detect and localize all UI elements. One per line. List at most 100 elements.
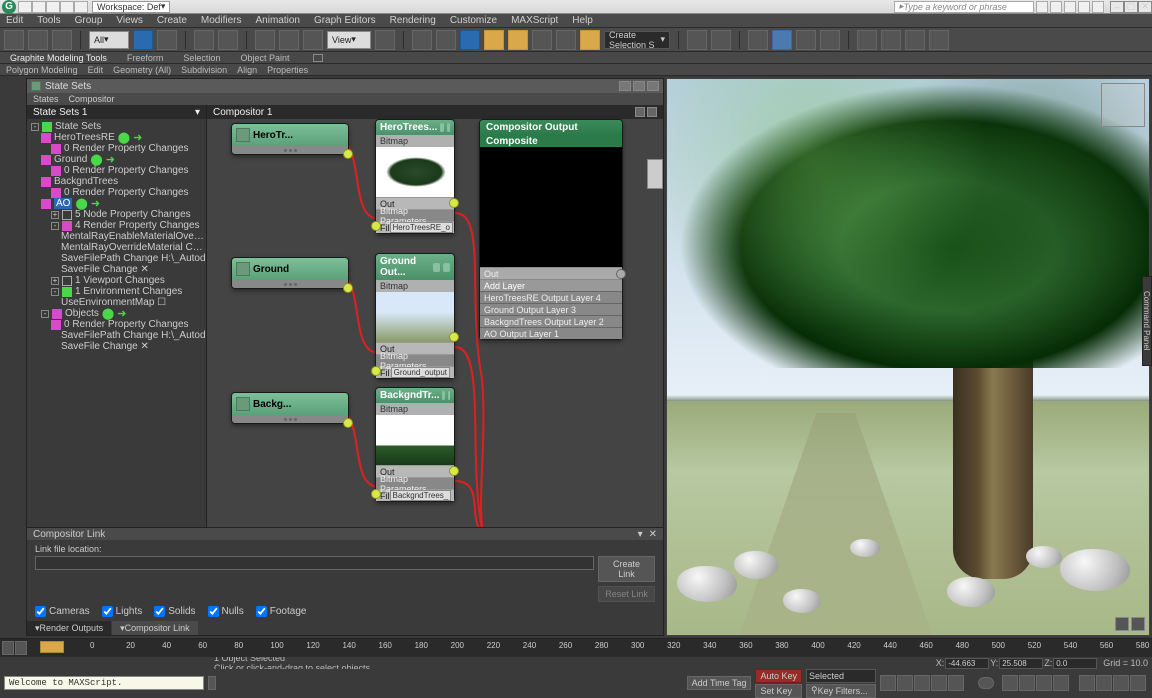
autokey-button[interactable]: Auto Key [755,669,802,683]
vp-icon-2[interactable] [1131,617,1145,631]
menu-customize[interactable]: Customize [450,15,497,26]
vp-icon-1[interactable] [1115,617,1129,631]
keyboard-icon[interactable] [436,30,456,50]
nav2-icon-2[interactable] [1096,675,1112,691]
ribbon-sub-polymodel[interactable]: Polygon Modeling [6,65,78,75]
goto-start-icon[interactable] [880,675,896,691]
link-icon[interactable] [4,30,24,50]
comp-close-icon[interactable] [647,107,657,117]
check-footage[interactable]: Footage [256,606,307,617]
tree-row[interactable]: SaveFilePath Change H:\_Autod [27,330,206,341]
node-hero-output[interactable]: HeroTrees... Bitmap Out Bitmap Parameter… [375,119,455,234]
menu-animation[interactable]: Animation [255,15,299,26]
tray-icon-help[interactable] [1092,1,1104,13]
render-setup-icon[interactable] [857,30,877,50]
key-mode-icon[interactable] [978,677,994,689]
nav-orbit-icon[interactable] [1036,675,1052,691]
tree-row[interactable]: +1 Viewport Changes [27,275,206,286]
check-nulls[interactable]: Nulls [208,606,244,617]
bind-icon[interactable] [52,30,72,50]
ribbon-sub-subdiv[interactable]: Subdivision [181,65,227,75]
select-rect-icon[interactable] [194,30,214,50]
node-back-output[interactable]: BackgndTr... Bitmap Out Bitmap Parameter… [375,387,455,502]
port-out[interactable] [449,466,459,476]
ribbon-sub-align[interactable]: Align [237,65,257,75]
qat-redo-icon[interactable] [74,1,88,13]
tree-row[interactable]: MentalRayEnableMaterialOverride Cha... [27,231,206,242]
search-input[interactable]: ▸ Type a keyword or phrase [894,1,1034,13]
port-out[interactable] [343,149,353,159]
ss-close-icon[interactable] [647,81,659,91]
nav-zoom-icon[interactable] [1019,675,1035,691]
maximize-icon[interactable]: ▢ [1124,1,1138,13]
compositor-canvas[interactable]: HeroTr... Ground Backg... [207,119,663,527]
ribbon-sub-geometry[interactable]: Geometry (All) [113,65,171,75]
node-ground-simple[interactable]: Ground [231,257,349,289]
qat-undo-icon[interactable] [60,1,74,13]
command-panel-tab[interactable]: Command Panel [1142,276,1152,366]
snap-toggle-icon[interactable] [460,30,480,50]
port-out[interactable] [449,332,459,342]
rotate-icon[interactable] [279,30,299,50]
nav2-icon-3[interactable] [1113,675,1129,691]
ribbon-sub-properties[interactable]: Properties [267,65,308,75]
schematic-view-icon[interactable] [796,30,816,50]
tree-row[interactable]: 0 Render Property Changes [27,319,206,330]
angle-snap-icon[interactable] [484,30,504,50]
align-icon[interactable] [711,30,731,50]
menu-tools[interactable]: Tools [37,15,60,26]
selection-filter-combo[interactable]: All ▾ [89,31,129,49]
ss-min-icon[interactable] [619,81,631,91]
viewport[interactable] [666,78,1150,636]
tree-row[interactable]: SaveFilePath Change H:\_Autod [27,253,206,264]
named-selection-combo[interactable]: Create Selection S ▾ [604,31,670,49]
unlink-icon[interactable] [28,30,48,50]
check-lights[interactable]: Lights [102,606,143,617]
link-file-input[interactable] [35,556,594,570]
tree-row[interactable]: SaveFile Change ✕ [27,264,206,275]
tray-icon-star[interactable] [1078,1,1090,13]
manipulate-icon[interactable] [412,30,432,50]
select-object-icon[interactable] [133,30,153,50]
tree-row[interactable]: HeroTreesRE ⬤ ➜ [27,132,206,143]
maxscript-listener[interactable]: Welcome to MAXScript. [4,676,204,690]
ss-tab-compositor[interactable]: Compositor [69,94,115,104]
qat-new-icon[interactable] [18,1,32,13]
port-out[interactable] [616,269,626,279]
curve-editor-icon[interactable] [772,30,792,50]
ss-max-icon[interactable] [633,81,645,91]
tree-row[interactable]: -1 Environment Changes [27,286,206,297]
time-config-icon[interactable] [2,641,14,655]
mirror-icon[interactable] [580,30,600,50]
material-editor-icon[interactable] [820,30,840,50]
tree-row[interactable]: -4 Render Property Changes [27,220,206,231]
mirror-tool-icon[interactable] [687,30,707,50]
menu-graph-editors[interactable]: Graph Editors [314,15,376,26]
menu-modifiers[interactable]: Modifiers [201,15,242,26]
menu-create[interactable]: Create [157,15,187,26]
menu-group[interactable]: Group [75,15,103,26]
timeline[interactable]: 0204060801001201401601802002202402602803… [0,639,1152,657]
prev-frame-icon[interactable] [897,675,913,691]
tree-row[interactable]: BackgndTrees [27,176,206,187]
qat-open-icon[interactable] [32,1,46,13]
coord-y[interactable]: 25.508 [999,658,1043,669]
tab-render-outputs[interactable]: ▾ Render Outputs [27,621,111,635]
play-icon[interactable] [914,675,930,691]
tree-row[interactable]: Ground ⬤ ➜ [27,154,206,165]
tree-row[interactable]: -Objects ⬤ ➜ [27,308,206,319]
menu-help[interactable]: Help [572,15,593,26]
dock-handle[interactable] [647,159,663,189]
menu-maxscript[interactable]: MAXScript [511,15,558,26]
time-config2-icon[interactable] [15,641,27,655]
workspace-dropdown[interactable]: Workspace: Def ▾ [92,1,170,13]
node-back-simple[interactable]: Backg... [231,392,349,424]
tree-row[interactable]: -State Sets [27,121,206,132]
nav2-icon-1[interactable] [1079,675,1095,691]
port-out[interactable] [343,418,353,428]
add-time-tag[interactable]: Add Time Tag [687,676,752,690]
tree-row[interactable]: 0 Render Property Changes [27,165,206,176]
render-frame-icon[interactable] [881,30,901,50]
ribbon-sub-edit[interactable]: Edit [88,65,104,75]
port-in[interactable] [371,489,381,499]
